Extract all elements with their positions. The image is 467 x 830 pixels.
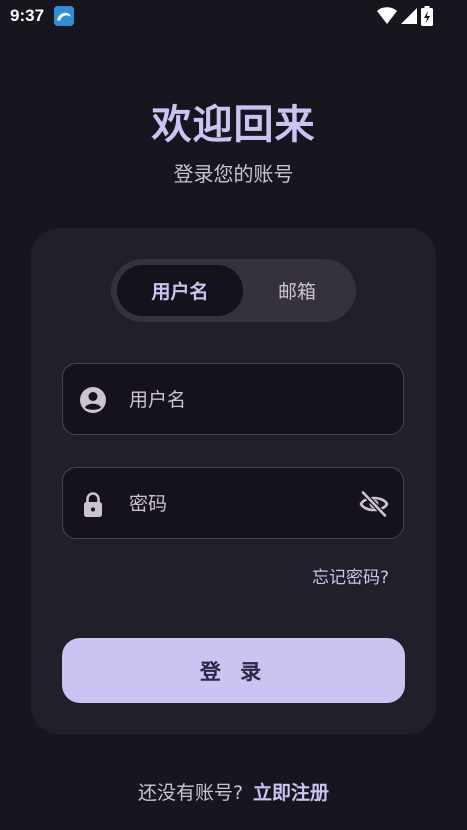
register-prompt: 还没有账号? 立即注册 [0,778,467,805]
page-subtitle: 登录您的账号 [173,162,294,186]
status-icons [377,6,433,26]
password-placeholder: 密码 [129,493,168,515]
status-time: 9:37 [10,6,45,25]
no-account-text: 还没有账号? [137,782,244,804]
register-link[interactable]: 立即注册 [253,782,329,804]
status-bar: 9:37 [0,0,467,32]
password-field[interactable]: 密码 [62,467,404,539]
cell-signal-icon [401,7,417,25]
wifi-icon [377,7,397,25]
username-field[interactable]: 用户名 [62,363,404,435]
page-title: 欢迎回来 [151,102,316,148]
username-placeholder: 用户名 [129,389,187,411]
login-button[interactable]: 登 录 [62,638,405,703]
forgot-password-link[interactable]: 忘记密码? [312,563,389,588]
login-screen: 9:37 欢迎回来 登录您的账号 用户名 邮箱 用户名 密码 忘记密码? 登 录… [0,0,467,830]
account-circle-icon [79,386,107,414]
tab-username[interactable]: 用户名 [117,265,243,316]
lock-icon [79,490,107,518]
login-method-toggle: 用户名 邮箱 [111,259,356,322]
app-notification-icon [54,6,74,26]
login-card: 用户名 邮箱 用户名 密码 忘记密码? 登 录 [31,228,436,734]
visibility-off-icon[interactable] [359,489,389,519]
tab-email[interactable]: 邮箱 [243,265,351,316]
battery-charging-icon [421,6,433,26]
